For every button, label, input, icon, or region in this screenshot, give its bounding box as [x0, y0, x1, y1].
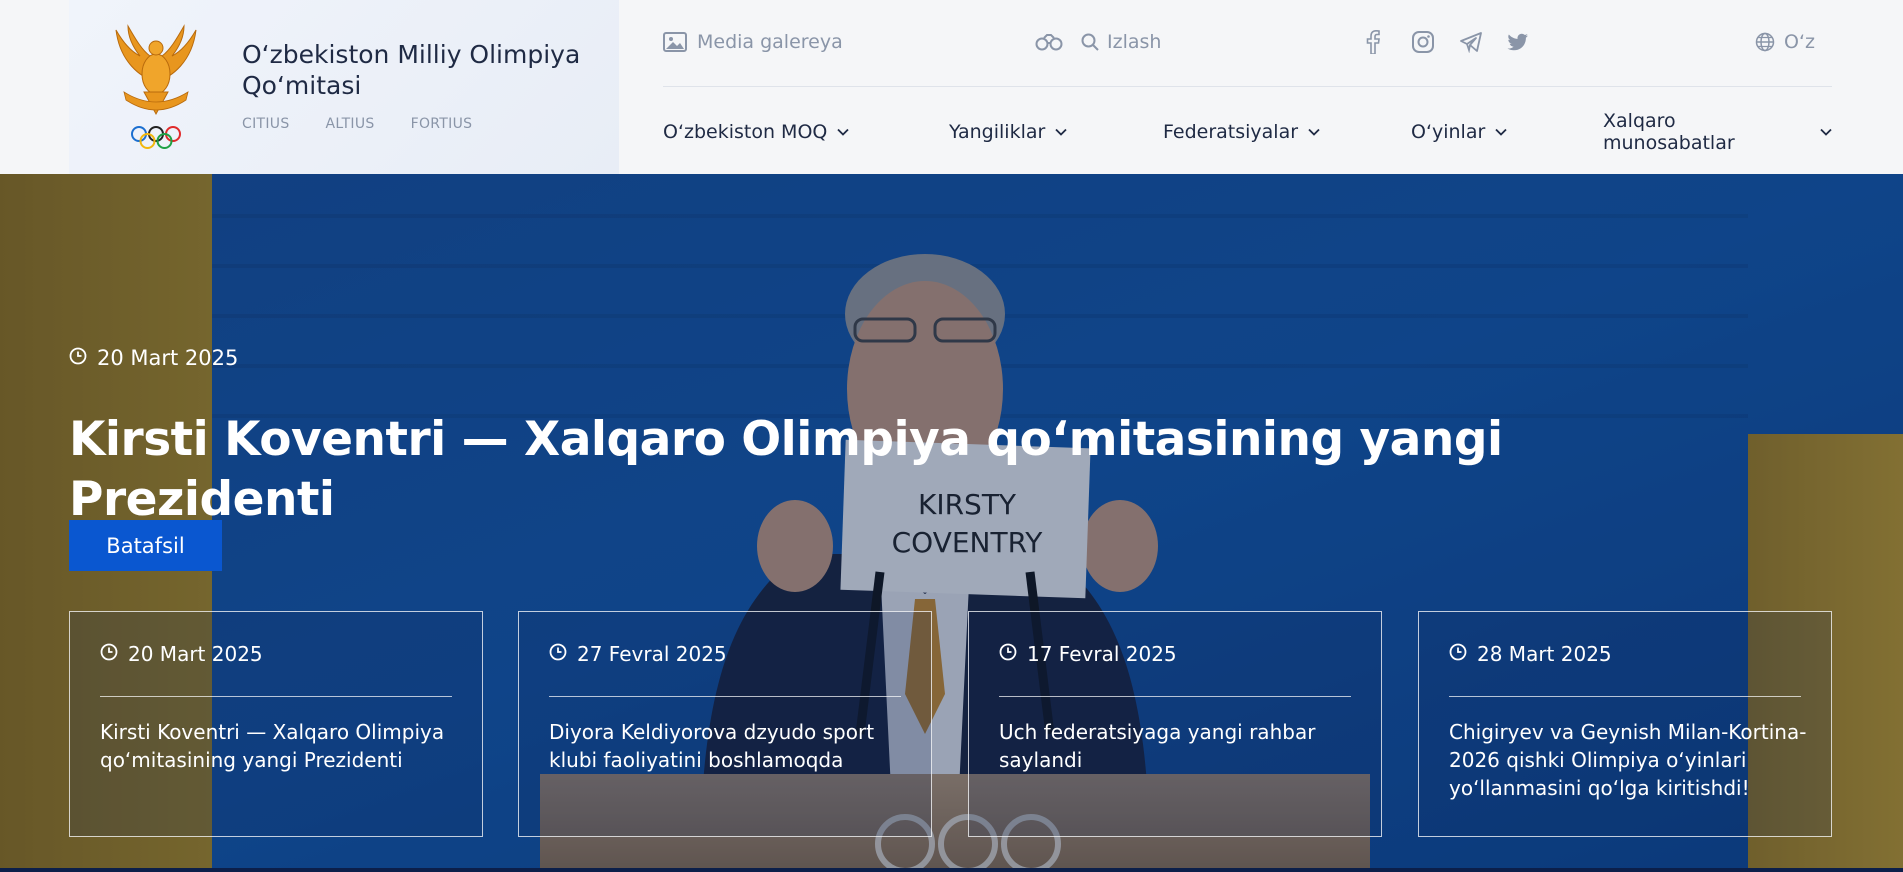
news-card[interactable]: 20 Mart 2025 Kirsti Koventri — Xalqaro O… — [69, 611, 483, 837]
card-date-text: 20 Mart 2025 — [128, 642, 263, 666]
nav-label: Federatsiyalar — [1163, 121, 1299, 143]
card-date-text: 17 Fevral 2025 — [1027, 642, 1177, 666]
news-cards: 20 Mart 2025 Kirsti Koventri — Xalqaro O… — [69, 611, 1832, 837]
motto-altius: ALTIUS — [325, 116, 375, 132]
nav-item-xalqaro-munosabatlar[interactable]: Xalqaro munosabatlar — [1603, 110, 1832, 154]
motto-fortius: FORTIUS — [410, 116, 473, 132]
card-divider — [1449, 696, 1801, 697]
hero-banner: KIRSTY COVENTRY 20 Mart 2025 Kirsti Kove… — [0, 174, 1903, 872]
news-card[interactable]: 27 Fevral 2025 Diyora Keldiyorova dzyudo… — [518, 611, 932, 837]
card-title[interactable]: Kirsti Koventri — Xalqaro Olimpiya qoʻmi… — [100, 718, 460, 774]
search-link[interactable]: Izlash — [1081, 24, 1161, 60]
binoculars-icon[interactable] — [1035, 24, 1063, 60]
media-gallery-label: Media galereya — [697, 31, 843, 53]
card-title[interactable]: Uch federatsiyaga yangi rahbar saylandi — [999, 718, 1359, 774]
media-gallery-link[interactable]: Media galereya — [663, 24, 843, 60]
nav-label: Xalqaro munosabatlar — [1603, 110, 1735, 154]
card-date-text: 28 Mart 2025 — [1477, 642, 1612, 666]
language-switcher[interactable]: Oʻz — [1755, 24, 1815, 60]
clock-icon — [549, 642, 567, 666]
card-divider — [549, 696, 901, 697]
olympic-motto: CITIUS ALTIUS FORTIUS — [242, 116, 508, 132]
hero-bottom-edge — [0, 868, 1903, 872]
card-date: 20 Mart 2025 — [100, 642, 263, 666]
search-icon — [1081, 33, 1099, 51]
twitter-icon[interactable] — [1507, 24, 1529, 60]
uzbekistan-olympic-emblem[interactable] — [110, 22, 202, 152]
facebook-icon[interactable] — [1366, 24, 1380, 60]
nav-item-federatsiyalar[interactable]: Federatsiyalar — [1163, 112, 1320, 152]
read-more-button[interactable]: Batafsil — [69, 520, 222, 571]
card-title[interactable]: Diyora Keldiyorova dzyudo sport klubi fa… — [549, 718, 909, 774]
site-header: Oʻzbekiston Milliy Olimpiya Qoʻmitasi CI… — [0, 0, 1903, 174]
card-date: 28 Mart 2025 — [1449, 642, 1612, 666]
clock-icon — [999, 642, 1017, 666]
card-divider — [100, 696, 452, 697]
instagram-icon[interactable] — [1411, 24, 1435, 60]
nav-label: Yangiliklar — [949, 121, 1046, 143]
hero-headline[interactable]: Kirsti Koventri — Xalqaro Olimpiya qoʻmi… — [69, 410, 1669, 530]
motto-citius: CITIUS — [242, 116, 290, 132]
nav-item-uzbekistan-moq[interactable]: Oʻzbekiston MOQ — [663, 112, 849, 152]
language-label: Oʻz — [1784, 31, 1815, 53]
chevron-down-icon — [1820, 128, 1832, 136]
utility-bar: Media galereya Izlash Oʻz — [663, 24, 1832, 60]
chevron-down-icon — [1308, 128, 1320, 136]
hero-date-text: 20 Mart 2025 — [97, 346, 239, 370]
card-date-text: 27 Fevral 2025 — [577, 642, 727, 666]
clock-icon — [69, 346, 87, 370]
news-card[interactable]: 28 Mart 2025 Chigiryev va Geynish Milan-… — [1418, 611, 1832, 837]
search-label: Izlash — [1107, 31, 1162, 53]
globe-icon — [1755, 32, 1775, 52]
clock-icon — [1449, 642, 1467, 666]
site-title[interactable]: Oʻzbekiston Milliy Olimpiya Qoʻmitasi — [242, 39, 602, 101]
header-divider — [663, 86, 1832, 87]
telegram-icon[interactable] — [1459, 24, 1483, 60]
main-nav: Oʻzbekiston MOQ Yangiliklar Federatsiyal… — [663, 110, 1832, 154]
nav-label: Oʻyinlar — [1411, 121, 1486, 143]
image-icon — [663, 32, 687, 52]
card-title[interactable]: Chigiryev va Geynish Milan-Kortina-2026 … — [1449, 718, 1809, 802]
nav-item-oyinlar[interactable]: Oʻyinlar — [1411, 112, 1507, 152]
nav-item-yangiliklar[interactable]: Yangiliklar — [949, 112, 1067, 152]
clock-icon — [100, 642, 118, 666]
chevron-down-icon — [1495, 128, 1507, 136]
card-date: 17 Fevral 2025 — [999, 642, 1177, 666]
chevron-down-icon — [1055, 128, 1067, 136]
news-card[interactable]: 17 Fevral 2025 Uch federatsiyaga yangi r… — [968, 611, 1382, 837]
nav-label: Oʻzbekiston MOQ — [663, 121, 828, 143]
brand-block[interactable]: Oʻzbekiston Milliy Olimpiya Qoʻmitasi CI… — [69, 0, 619, 174]
hero-date: 20 Mart 2025 — [69, 346, 238, 370]
card-date: 27 Fevral 2025 — [549, 642, 727, 666]
card-divider — [999, 696, 1351, 697]
chevron-down-icon — [837, 128, 849, 136]
